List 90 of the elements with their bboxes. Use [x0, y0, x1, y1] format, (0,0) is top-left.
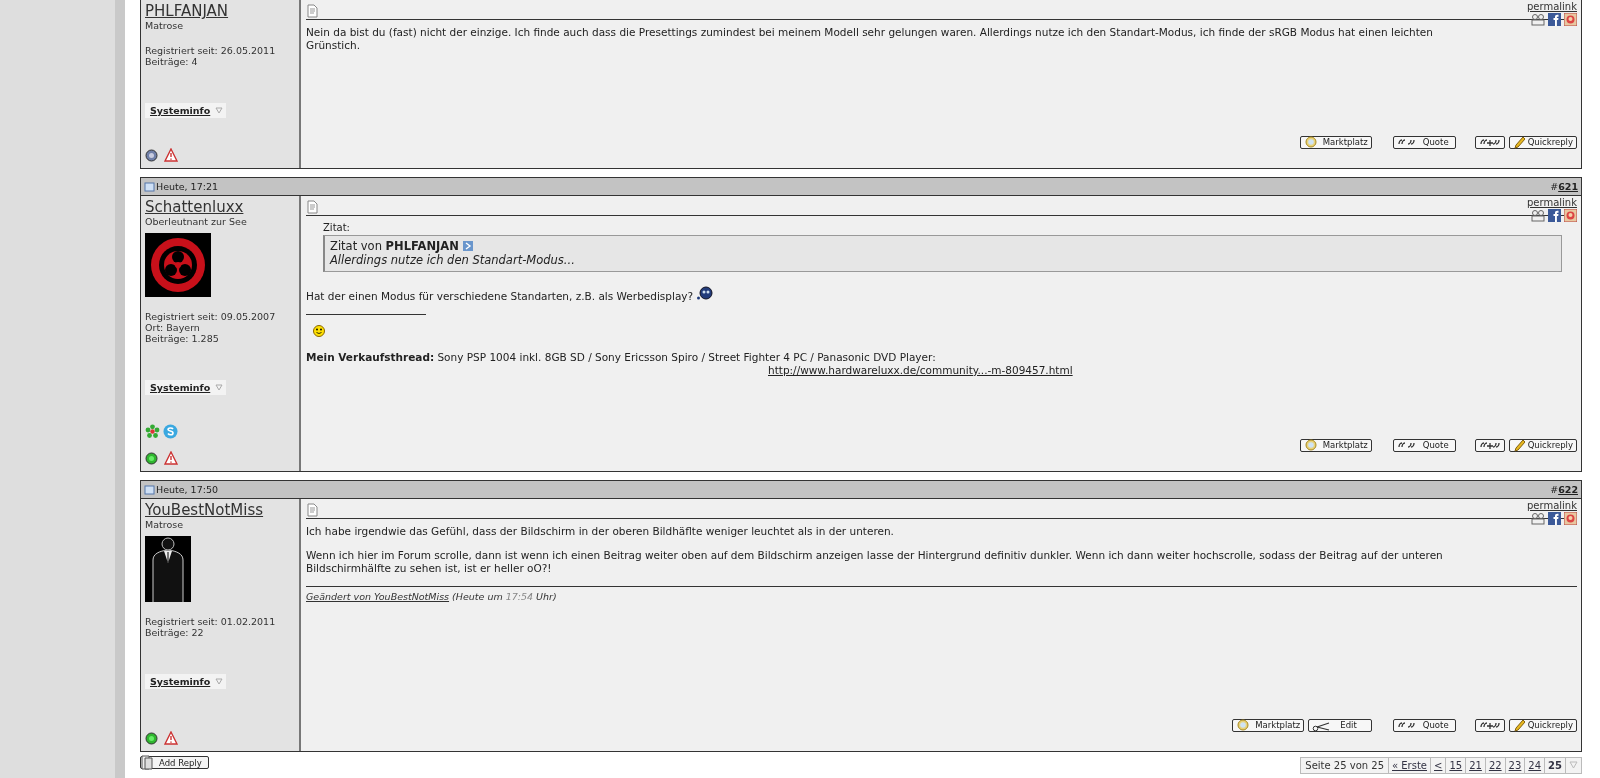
share-icon[interactable]: [1564, 209, 1577, 222]
caret-icon: [215, 678, 224, 685]
quickreply-button[interactable]: Quickreply: [1508, 719, 1577, 732]
page-link[interactable]: 15: [1445, 758, 1466, 773]
skype-icon[interactable]: [163, 424, 178, 439]
warning-icon[interactable]: [164, 148, 178, 162]
username-link[interactable]: YouBestNotMiss: [145, 502, 264, 519]
signature-text: Mein Verkaufsthread: Sony PSP 1004 inkl. 8GB SD / Sony Ericsson Spiro / Street Fighter 4 PC / Panasonic DVD Player:: [306, 351, 937, 364]
facebook-icon[interactable]: [1548, 13, 1561, 26]
facebook-icon[interactable]: [1548, 512, 1561, 525]
arrow-icon[interactable]: [462, 241, 473, 251]
user-info: Beiträge: 4: [145, 56, 199, 67]
post-text: Wenn ich hier im Forum scrolle, dann ist wenn ich einen Beitrag weiter oben auf dem Bildschirm anzeigen lasse der Hintergrund definitiv dunkler. Wenn ich dann weiter hochscrolle, sodass der Beitrag auf der unteren Bildschirmhälfte zu sehen ist, ist er heller oO?!: [306, 549, 1443, 574]
pencil-icon: [1512, 439, 1525, 452]
marktplatz-button[interactable]: Marktplatz: [1299, 439, 1372, 452]
magnifier-icon: [1303, 439, 1320, 452]
edit-note: Geändert von YouBestNotMiss (Heute um 17:54 Uhr): [306, 586, 1577, 602]
user-info: Beiträge: 1.285: [145, 333, 220, 344]
magnifier-icon: [1303, 136, 1320, 149]
share-icon[interactable]: [1564, 512, 1577, 525]
multiquote-icon: [1478, 137, 1501, 148]
document-icon: [306, 200, 318, 214]
permalink-link[interactable]: permalink: [1527, 500, 1577, 511]
systeminfo-button[interactable]: Systeminfo: [145, 103, 227, 118]
post-text: Ich habe irgendwie das Gefühl, dass der Bildschirm in der oberen Bildhäflte weniger leuchtet als in der unteren.: [306, 525, 894, 537]
username-link[interactable]: PHLFANJAN: [145, 3, 229, 20]
quickreply-button[interactable]: Quickreply: [1508, 439, 1577, 452]
paper-icon: [141, 755, 153, 770]
post-number-link[interactable]: #621: [1550, 181, 1578, 192]
warning-icon[interactable]: [164, 731, 178, 745]
quote-label: Zitat:: [323, 222, 351, 233]
permalink-link[interactable]: permalink: [1527, 1, 1577, 12]
quote-button[interactable]: Quote: [1392, 439, 1456, 452]
page-link[interactable]: 25: [1544, 758, 1565, 773]
quickreply-button[interactable]: Quickreply: [1508, 136, 1577, 149]
quote-button[interactable]: Quote: [1392, 136, 1456, 149]
people-icon[interactable]: [1531, 13, 1545, 26]
user-info: Beiträge: 22: [145, 627, 205, 638]
marktplatz-button[interactable]: Marktplatz: [1299, 136, 1372, 149]
add-reply-button[interactable]: Add Reply: [140, 756, 209, 769]
pencil-icon: [1512, 719, 1525, 732]
people-icon[interactable]: [1531, 512, 1545, 525]
marktplatz-button[interactable]: Marktplatz: [1232, 719, 1305, 732]
page-link[interactable]: 21: [1465, 758, 1485, 773]
first-page-link[interactable]: « Erste: [1388, 758, 1430, 773]
systeminfo-button[interactable]: Systeminfo: [145, 380, 227, 395]
edit-button[interactable]: Edit: [1308, 719, 1372, 732]
document-icon: [306, 503, 318, 517]
post-date: Heute, 17:50: [156, 484, 218, 495]
multiquote-icon: [1478, 720, 1501, 731]
user-info: Registriert seit: 01.02.2011: [145, 616, 277, 627]
user-rank: Matrose: [145, 20, 185, 31]
user-info: Ort: Bayern: [145, 322, 201, 333]
multiquote-button[interactable]: [1474, 719, 1505, 732]
quote-text: Allerdings nutze ich den Standart-Modus...: [330, 253, 576, 267]
editor-link[interactable]: Geändert von YouBestNotMiss: [306, 591, 450, 602]
quote-button[interactable]: Quote: [1392, 719, 1456, 732]
facebook-icon[interactable]: [1548, 209, 1561, 222]
share-icon[interactable]: [1564, 13, 1577, 26]
multiquote-icon: [1478, 440, 1501, 451]
document-icon: [306, 4, 318, 18]
page-count: Seite 25 von 25: [1304, 759, 1385, 773]
permalink-link[interactable]: permalink: [1527, 197, 1577, 208]
scissors-icon: [1312, 719, 1331, 732]
caret-icon: [215, 107, 224, 114]
document-icon: [144, 484, 155, 495]
systeminfo-button[interactable]: Systeminfo: [145, 674, 227, 689]
caret-icon: [215, 384, 224, 391]
username-link[interactable]: Schattenluxx: [145, 199, 244, 216]
pencil-icon: [1512, 136, 1525, 149]
user-info: Registriert seit: 26.05.2011: [145, 45, 277, 56]
page-link[interactable]: 22: [1484, 758, 1505, 773]
previous-page-link[interactable]: <: [1430, 758, 1446, 773]
user-rank: Oberleutnant zur See: [145, 216, 248, 227]
user-rank: Matrose: [145, 519, 185, 530]
quote-author: Zitat von PHLFANJAN: [330, 239, 459, 253]
warning-icon[interactable]: [164, 451, 178, 465]
document-icon: [144, 181, 155, 192]
post-text: Nein da bist du (fast) nicht der einzige. Ich finde auch dass die Presettings zumindest bei meinem Modell sehr gelungen waren. Allerdings nutze ich den Standart-Modus, ich finde der sRGB Modus hat einen leichten Grünstich.: [306, 26, 1433, 51]
flower-icon[interactable]: [145, 424, 160, 439]
page-link[interactable]: 23: [1504, 758, 1525, 773]
multiquote-button[interactable]: [1474, 136, 1505, 149]
user-info: Registriert seit: 09.05.2007: [145, 311, 277, 322]
people-icon[interactable]: [1531, 209, 1545, 222]
multiquote-button[interactable]: [1474, 439, 1505, 452]
signature-link[interactable]: http://www.hardwareluxx.de/community...-m-809457.html: [306, 364, 1073, 377]
page-link[interactable]: 24: [1524, 758, 1545, 773]
post-number-link[interactable]: #622: [1550, 484, 1578, 495]
post-date: Heute, 17:21: [156, 181, 218, 192]
post-text: Hat der einen Modus für verschiedene Standarten, z.B. als Werbedisplay?: [306, 290, 694, 302]
